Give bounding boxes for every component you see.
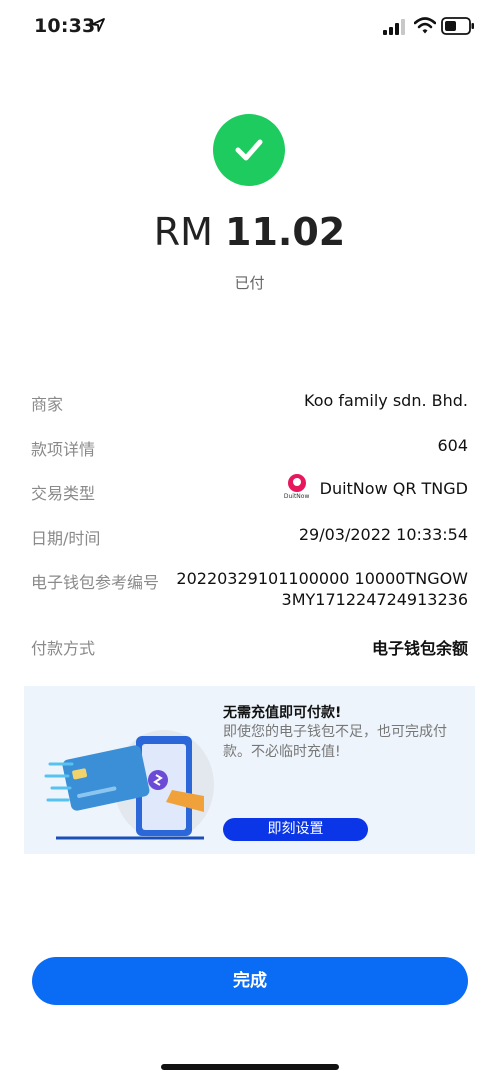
promo-card: 无需充值即可付款! 即使您的电子钱包不足，也可完成付款。不必临时充值! 即刻设置 [24, 686, 475, 854]
payment-amount: RM 11.02 [0, 210, 499, 254]
detail-label: 日期/时间 [31, 529, 101, 548]
duitnow-logo-text: DuitNow [283, 493, 310, 500]
detail-value: 20220329101100000 10000TNGOW 3MY17122472… [176, 568, 468, 610]
checkmark-icon [235, 139, 263, 161]
reference-line-2: 3MY171224724913236 [281, 590, 468, 609]
battery-icon [441, 17, 474, 35]
promo-description: 即使您的电子钱包不足，也可完成付款。不必临时充值! [223, 724, 447, 760]
duitnow-logo-mark [287, 474, 306, 492]
status-bar: 10:33 [0, 0, 499, 54]
detail-label: 电子钱包参考编号 [31, 573, 160, 592]
detail-value: Koo family sdn. Bhd. [304, 391, 468, 410]
amount-value: 11.02 [225, 210, 346, 254]
wifi-icon [414, 17, 436, 34]
detail-label: 款项详情 [31, 440, 96, 459]
detail-label: 商家 [31, 395, 64, 414]
transaction-type-value: DuitNow QR TNGD [319, 478, 468, 498]
setup-now-button[interactable]: 即刻设置 [223, 818, 368, 841]
success-check-badge [213, 114, 285, 186]
wallet-card-illustration [44, 730, 214, 840]
detail-value: 29/03/2022 10:33:54 [298, 525, 468, 544]
home-indicator[interactable] [161, 1064, 339, 1070]
currency-label: RM [153, 210, 213, 254]
detail-value: 604 [437, 436, 468, 455]
detail-value: 电子钱包余额 [371, 639, 468, 658]
promo-title: 无需充值即可付款! [223, 705, 342, 721]
done-button[interactable]: 完成 [32, 957, 468, 1005]
cellular-signal-icon [383, 19, 405, 35]
payment-status-text: 已付 [234, 274, 265, 292]
detail-label: 交易类型 [31, 484, 96, 503]
detail-label: 付款方式 [31, 639, 96, 658]
status-time: 10:33 [34, 15, 96, 37]
detail-value: DuitNow DuitNow QR TNGD [284, 474, 468, 502]
duitnow-logo: DuitNow [284, 474, 310, 502]
reference-line-1: 20220329101100000 10000TNGOW [176, 569, 468, 588]
location-arrow-icon [91, 18, 105, 32]
